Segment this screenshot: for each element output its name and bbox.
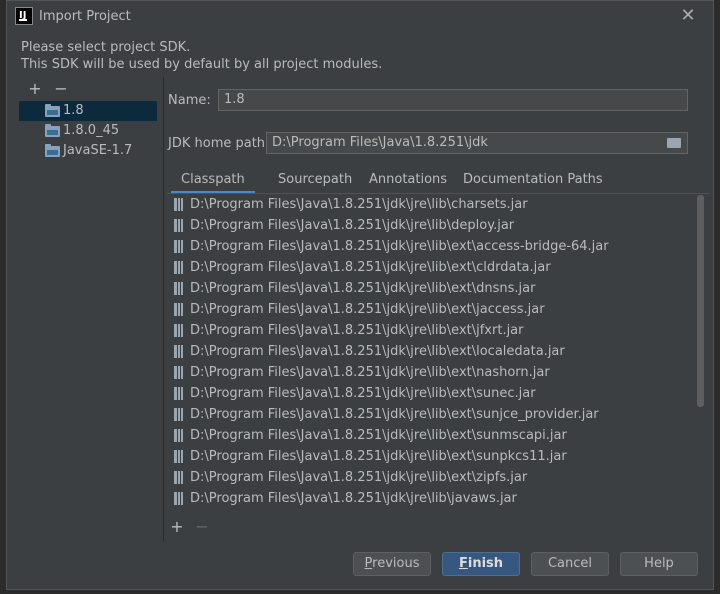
jdk-home-field[interactable]: D:\Program Files\Java\1.8.251\jdk — [266, 132, 688, 154]
classpath-row[interactable]: D:\Program Files\Java\1.8.251\jdk\jre\li… — [167, 446, 709, 467]
classpath-row[interactable]: D:\Program Files\Java\1.8.251\jdk\jre\li… — [167, 362, 709, 383]
sdk-folder-icon — [45, 144, 60, 157]
folder-browse-icon[interactable] — [667, 138, 681, 148]
classpath-row[interactable]: D:\Program Files\Java\1.8.251\jdk\jre\li… — [167, 467, 709, 488]
add-sdk-button[interactable]: + — [27, 81, 43, 97]
classpath-row[interactable]: D:\Program Files\Java\1.8.251\jdk\jre\li… — [167, 488, 709, 509]
previous-button[interactable]: Previous — [353, 552, 431, 576]
name-field[interactable]: 1.8 — [218, 89, 688, 111]
classpath-path: D:\Program Files\Java\1.8.251\jdk\jre\li… — [190, 239, 609, 254]
classpath-path: D:\Program Files\Java\1.8.251\jdk\jre\li… — [190, 344, 565, 359]
classpath-row[interactable]: D:\Program Files\Java\1.8.251\jdk\jre\li… — [167, 257, 709, 278]
jar-icon — [174, 408, 183, 421]
classpath-path: D:\Program Files\Java\1.8.251\jdk\jre\li… — [190, 428, 567, 443]
classpath-row[interactable]: D:\Program Files\Java\1.8.251\jdk\jre\li… — [167, 278, 709, 299]
sdk-item-label: 1.8.0_45 — [63, 123, 120, 138]
classpath-path: D:\Program Files\Java\1.8.251\jdk\jre\li… — [190, 365, 550, 380]
classpath-row[interactable]: D:\Program Files\Java\1.8.251\jdk\jre\li… — [167, 383, 709, 404]
classpath-path: D:\Program Files\Java\1.8.251\jdk\jre\li… — [190, 491, 517, 506]
classpath-path: D:\Program Files\Java\1.8.251\jdk\jre\li… — [190, 281, 536, 296]
classpath-path: D:\Program Files\Java\1.8.251\jdk\jre\li… — [190, 323, 524, 338]
jar-icon — [174, 471, 183, 484]
jar-icon — [174, 324, 183, 337]
remove-classpath-button[interactable]: − — [195, 519, 209, 535]
classpath-row[interactable]: D:\Program Files\Java\1.8.251\jdk\jre\li… — [167, 215, 709, 236]
tab-classpath[interactable]: Classpath — [171, 169, 255, 194]
jar-icon — [174, 387, 183, 400]
help-button[interactable]: Help — [620, 552, 698, 576]
classpath-toolbar: + − — [167, 517, 709, 541]
jar-icon — [174, 450, 183, 463]
sdk-pane: + − 1.8 1.8.0_45 JavaSE-1.7 — [19, 77, 159, 537]
description-line-2: This SDK will be used by default by all … — [21, 57, 383, 72]
jar-icon — [174, 345, 183, 358]
classpath-scrollbar[interactable] — [697, 195, 704, 407]
sdk-item-label: 1.8 — [63, 103, 84, 118]
classpath-row[interactable]: D:\Program Files\Java\1.8.251\jdk\jre\li… — [167, 425, 709, 446]
classpath-path: D:\Program Files\Java\1.8.251\jdk\jre\li… — [190, 449, 567, 464]
classpath-row[interactable]: D:\Program Files\Java\1.8.251\jdk\jre\li… — [167, 236, 709, 257]
name-label: Name: — [168, 93, 211, 108]
cancel-button[interactable]: Cancel — [531, 552, 609, 576]
jdk-home-value: D:\Program Files\Java\1.8.251\jdk — [272, 135, 488, 150]
jar-icon — [174, 429, 183, 442]
description: Please select project SDK. This SDK will… — [21, 39, 382, 73]
classpath-row[interactable]: D:\Program Files\Java\1.8.251\jdk\jre\li… — [167, 341, 709, 362]
description-line-1: Please select project SDK. — [21, 40, 191, 55]
classpath-row[interactable]: D:\Program Files\Java\1.8.251\jdk\jre\li… — [167, 299, 709, 320]
pane-divider[interactable] — [163, 77, 164, 541]
classpath-path: D:\Program Files\Java\1.8.251\jdk\jre\li… — [190, 407, 599, 422]
jar-icon — [174, 303, 183, 316]
jar-icon — [174, 492, 183, 505]
classpath-path: D:\Program Files\Java\1.8.251\jdk\jre\li… — [190, 386, 536, 401]
add-classpath-button[interactable]: + — [170, 519, 184, 535]
jar-icon — [174, 198, 183, 211]
sdk-folder-icon — [45, 124, 60, 137]
editor-background-right — [714, 0, 720, 594]
title-bar: IJ Import Project ✕ — [7, 1, 713, 33]
classpath-row[interactable]: D:\Program Files\Java\1.8.251\jdk\jre\li… — [167, 320, 709, 341]
classpath-path: D:\Program Files\Java\1.8.251\jdk\jre\li… — [190, 218, 515, 233]
sdk-item[interactable]: JavaSE-1.7 — [19, 141, 157, 161]
sdk-list: 1.8 1.8.0_45 JavaSE-1.7 — [19, 101, 157, 161]
classpath-path: D:\Program Files\Java\1.8.251\jdk\jre\li… — [190, 302, 545, 317]
tab-documentation-paths[interactable]: Documentation Paths — [453, 169, 613, 191]
jar-icon — [174, 240, 183, 253]
sdk-folder-icon — [45, 104, 60, 117]
sdk-item[interactable]: 1.8 — [19, 101, 157, 121]
classpath-row[interactable]: D:\Program Files\Java\1.8.251\jdk\jre\li… — [167, 404, 709, 425]
remove-sdk-button[interactable]: − — [53, 81, 69, 97]
sdk-item-label: JavaSE-1.7 — [63, 143, 133, 158]
jdk-home-label: JDK home path: — [168, 136, 270, 151]
close-icon[interactable]: ✕ — [679, 7, 697, 25]
classpath-path: D:\Program Files\Java\1.8.251\jdk\jre\li… — [190, 470, 528, 485]
jar-icon — [174, 261, 183, 274]
sdk-item[interactable]: 1.8.0_45 — [19, 121, 157, 141]
jar-icon — [174, 219, 183, 232]
intellij-logo-icon: IJ — [15, 7, 33, 25]
jar-icon — [174, 282, 183, 295]
classpath-row[interactable]: D:\Program Files\Java\1.8.251\jdk\jre\li… — [167, 194, 709, 215]
classpath-path: D:\Program Files\Java\1.8.251\jdk\jre\li… — [190, 197, 528, 212]
jar-icon — [174, 366, 183, 379]
classpath-path: D:\Program Files\Java\1.8.251\jdk\jre\li… — [190, 260, 551, 275]
classpath-list: D:\Program Files\Java\1.8.251\jdk\jre\li… — [167, 193, 709, 516]
import-project-dialog: IJ Import Project ✕ Please select projec… — [6, 0, 714, 590]
window-title: Import Project — [39, 9, 131, 24]
tab-annotations[interactable]: Annotations — [359, 169, 457, 191]
finish-button[interactable]: Finish — [442, 552, 520, 576]
tab-sourcepath[interactable]: Sourcepath — [268, 169, 362, 191]
